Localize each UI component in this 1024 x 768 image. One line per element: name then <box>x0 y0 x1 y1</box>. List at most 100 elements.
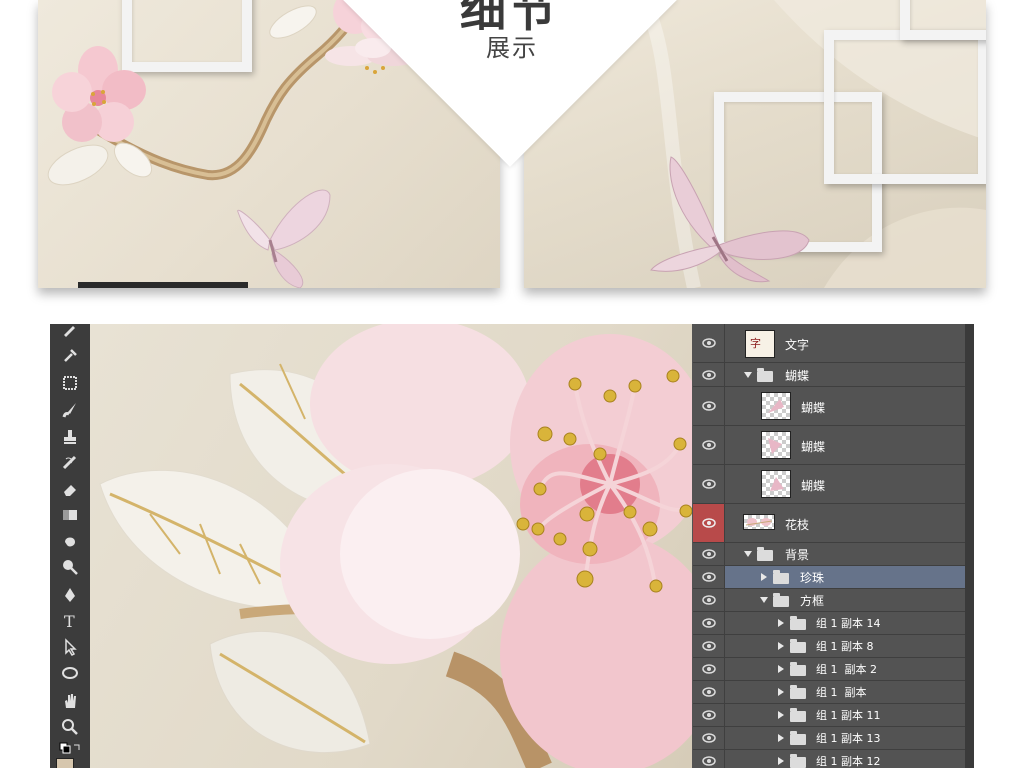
layer-thumbnail <box>761 470 791 498</box>
visibility-eye-icon[interactable] <box>693 750 725 768</box>
pen-icon[interactable] <box>58 584 82 606</box>
layer-row[interactable]: 花枝 <box>693 504 965 543</box>
photoshop-window: T 字 文字 蝴蝶 蝴蝶 蝴蝶 蝴蝶 花枝 背景 珍珠 方框 组 1 副本 14… <box>50 324 974 768</box>
layer-name: 组 1 副本 2 <box>816 663 877 676</box>
visibility-eye-icon[interactable] <box>693 324 725 362</box>
expand-arrow-icon[interactable] <box>778 688 784 696</box>
eraser-icon[interactable] <box>58 478 82 500</box>
layer-group-row[interactable]: 方框 <box>693 589 965 612</box>
visibility-eye-icon[interactable] <box>693 612 725 634</box>
expand-arrow-icon[interactable] <box>778 619 784 627</box>
svg-text:字: 字 <box>750 336 761 350</box>
layer-name: 蝴蝶 <box>801 479 826 493</box>
layer-name: 方框 <box>800 594 825 608</box>
folder-icon <box>757 368 773 382</box>
expand-arrow-icon[interactable] <box>761 573 767 581</box>
hand-icon[interactable] <box>58 690 82 712</box>
layer-group-row[interactable]: 蝴蝶 <box>693 363 965 387</box>
visibility-eye-icon[interactable] <box>693 387 725 425</box>
layer-thumbnail <box>761 392 791 420</box>
layer-row[interactable]: 蝴蝶 <box>693 426 965 465</box>
stamp-icon[interactable] <box>58 426 82 448</box>
layer-thumbnail <box>743 514 775 530</box>
folder-icon <box>773 570 789 584</box>
layer-row[interactable]: 字 文字 <box>693 324 965 363</box>
expand-arrow-icon[interactable] <box>778 642 784 650</box>
expand-arrow-icon[interactable] <box>760 597 768 603</box>
visibility-eye-icon[interactable] <box>693 465 725 503</box>
layer-group-row[interactable]: 组 1 副本 11 <box>693 704 965 727</box>
visibility-eye-icon[interactable] <box>693 658 725 680</box>
expand-arrow-icon[interactable] <box>744 551 752 557</box>
folder-icon <box>790 754 806 768</box>
foreground-color-swatch[interactable] <box>56 758 74 768</box>
folder-icon <box>757 547 773 561</box>
folder-icon <box>790 662 806 676</box>
flower-closeup-artwork <box>99 324 692 768</box>
visibility-eye-icon[interactable] <box>693 426 725 464</box>
folder-icon <box>773 593 789 607</box>
swap-colors-icon[interactable] <box>58 738 82 760</box>
visibility-eye-icon[interactable] <box>693 566 725 588</box>
folder-icon <box>790 616 806 630</box>
dodge-icon[interactable] <box>58 556 82 578</box>
layer-name: 组 1 副本 14 <box>816 617 881 630</box>
gradient-icon[interactable] <box>58 504 82 526</box>
folder-icon <box>790 685 806 699</box>
panel-scroll-edge <box>965 324 974 768</box>
layer-name: 组 1 副本 <box>816 686 867 699</box>
visibility-eye-icon[interactable] <box>693 543 725 565</box>
document-canvas[interactable] <box>90 324 692 768</box>
layer-name: 文字 <box>785 338 810 352</box>
shape-icon[interactable] <box>58 662 82 684</box>
expand-arrow-icon[interactable] <box>778 734 784 742</box>
folder-icon <box>790 708 806 722</box>
layer-thumbnail: 字 <box>745 330 775 358</box>
layer-group-row[interactable]: 组 1 副本 <box>693 681 965 704</box>
layer-name: 组 1 副本 8 <box>816 640 874 653</box>
layer-name: 花枝 <box>785 518 810 532</box>
layer-thumbnail <box>761 431 791 459</box>
layer-name: 蝴蝶 <box>801 440 826 454</box>
visibility-eye-icon[interactable] <box>693 704 725 726</box>
layer-group-row[interactable]: 背景 <box>693 543 965 566</box>
layer-name: 蝴蝶 <box>801 401 826 415</box>
layer-name: 组 1 副本 13 <box>816 732 881 745</box>
layer-row[interactable]: 蝴蝶 <box>693 387 965 426</box>
history-brush-icon[interactable] <box>58 452 82 474</box>
expand-arrow-icon[interactable] <box>778 711 784 719</box>
layer-group-row[interactable]: 组 1 副本 13 <box>693 727 965 750</box>
layer-name: 背景 <box>785 548 810 562</box>
layer-name: 珍珠 <box>800 571 825 585</box>
zoom-icon[interactable] <box>58 716 82 738</box>
folder-icon <box>790 731 806 745</box>
expand-arrow-icon[interactable] <box>778 665 784 673</box>
expand-arrow-icon[interactable] <box>744 372 752 378</box>
type-icon[interactable]: T <box>58 610 82 632</box>
visibility-eye-icon[interactable] <box>693 681 725 703</box>
visibility-eye-icon[interactable] <box>693 635 725 657</box>
layer-name: 组 1 副本 12 <box>816 755 881 768</box>
layer-name: 组 1 副本 11 <box>816 709 881 722</box>
path-select-icon[interactable] <box>58 636 82 658</box>
healing-icon[interactable] <box>58 372 82 394</box>
dark-bar <box>78 282 248 288</box>
eyedropper-icon[interactable] <box>58 344 82 366</box>
visibility-eye-icon[interactable] <box>693 504 725 542</box>
layer-row[interactable]: 蝴蝶 <box>693 465 965 504</box>
tools-panel: T <box>50 324 91 768</box>
visibility-eye-icon[interactable] <box>693 589 725 611</box>
layer-group-row[interactable]: 组 1 副本 2 <box>693 658 965 681</box>
layer-group-row[interactable]: 组 1 副本 14 <box>693 612 965 635</box>
brush-icon[interactable] <box>58 324 82 340</box>
section-subtitle: 展示 <box>486 34 538 62</box>
expand-arrow-icon[interactable] <box>778 757 784 765</box>
layers-panel: 字 文字 蝴蝶 蝴蝶 蝴蝶 蝴蝶 花枝 背景 珍珠 方框 组 1 副本 14 组… <box>693 324 965 768</box>
layer-group-row[interactable]: 珍珠 <box>693 566 965 589</box>
layer-group-row[interactable]: 组 1 副本 8 <box>693 635 965 658</box>
visibility-eye-icon[interactable] <box>693 727 725 749</box>
layer-group-row[interactable]: 组 1 副本 12 <box>693 750 965 768</box>
blur-icon[interactable] <box>58 530 82 552</box>
visibility-eye-icon[interactable] <box>693 363 725 386</box>
paintbrush-icon[interactable] <box>58 399 82 421</box>
